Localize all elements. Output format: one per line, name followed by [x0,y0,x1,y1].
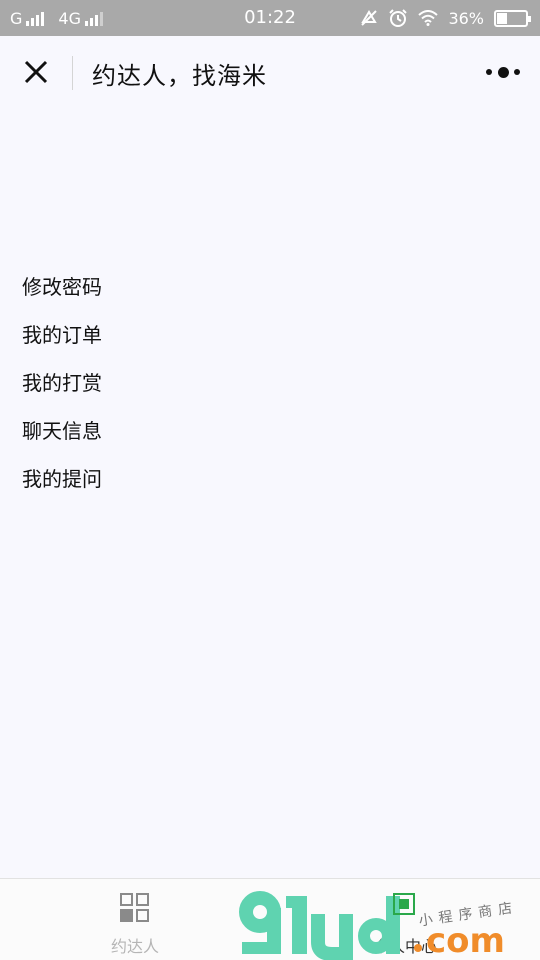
alarm-icon [389,9,408,27]
menu-item-chat-messages[interactable]: 聊天信息 [22,414,102,462]
more-button[interactable] [486,64,520,80]
header-divider [72,56,73,90]
menu-item-change-password[interactable]: 修改密码 [22,270,102,318]
profile-menu: 修改密码 我的订单 我的打赏 聊天信息 我的提问 [22,270,102,510]
page-title: 约达人，找海米 [92,62,267,90]
status-bar: G 4G 01:22 36% [0,0,540,36]
battery-percent: 36% [448,8,484,28]
more-icon [486,66,520,78]
tab-label: 约达人 [110,937,159,956]
tab-label: 个人中心 [372,937,437,956]
mute-icon [361,10,378,26]
menu-item-my-orders[interactable]: 我的订单 [22,318,102,366]
tab-find-experts[interactable]: 约达人 [0,879,270,960]
menu-item-my-rewards[interactable]: 我的打赏 [22,366,102,414]
close-button[interactable] [20,56,52,88]
tab-bar: 约达人 个人中心 [0,878,540,960]
battery-icon [494,9,531,27]
close-icon [24,60,48,84]
menu-item-my-questions[interactable]: 我的提问 [22,462,102,510]
tab-profile-center[interactable]: 个人中心 [270,879,540,960]
wifi-icon [418,10,439,26]
status-right: 36% [360,8,531,28]
nav-header: 约达人，找海米 [0,36,540,110]
grid-icon [120,893,150,923]
